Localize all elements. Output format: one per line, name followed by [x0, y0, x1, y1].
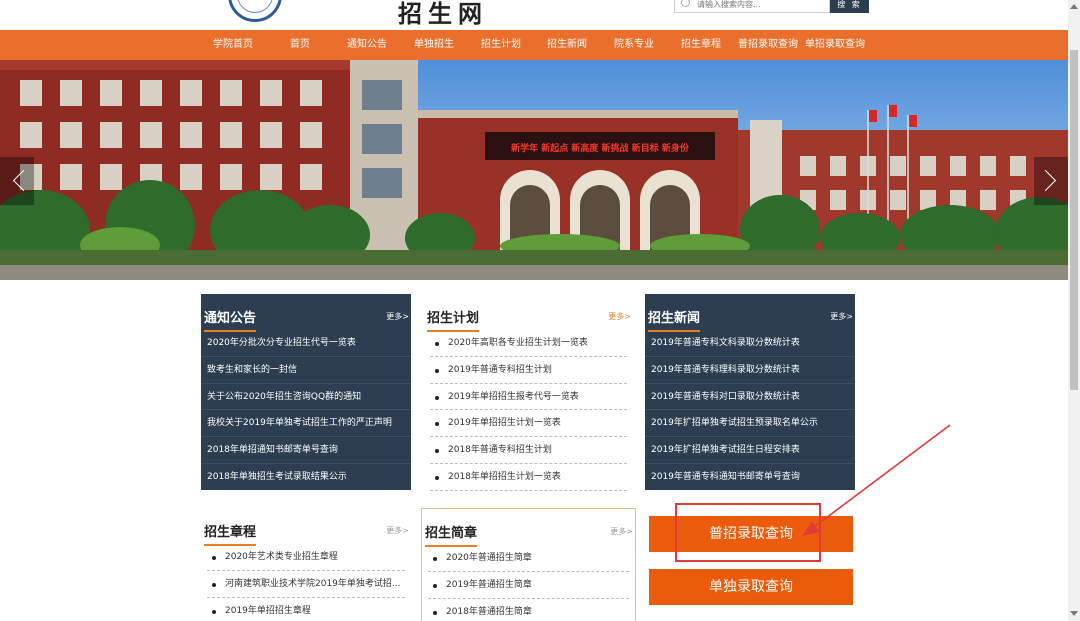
list-item[interactable]: 2019年普通专科通知书邮寄单号查询 [645, 464, 855, 491]
nav-item-single-enrollment[interactable]: 单独招生 [414, 30, 454, 60]
list-item[interactable]: 2020年艺术类专业招生章程 [207, 544, 405, 571]
list-item[interactable]: 2018年普通专科招生计划 [430, 437, 627, 464]
single-admission-query-button[interactable]: 单独录取查询 [649, 569, 853, 605]
list-item[interactable]: 关于公布2020年招生咨询QQ群的通知 [201, 384, 411, 411]
list-item[interactable]: 2019年单招招生章程 [207, 598, 405, 621]
charter-title: 招生章程 [204, 521, 257, 546]
notices-panel: 通知公告 更多> 2020年分批次分专业招生代号一览表 致考生和家长的一封信 关… [201, 294, 411, 490]
brochure-more-link[interactable]: 更多> [610, 526, 633, 537]
list-item[interactable]: 2019年扩招单独考试招生预录取名单公示 [645, 410, 855, 438]
page-scrollbar[interactable] [1068, 0, 1080, 621]
list-item[interactable]: 河南建筑职业技术学院2019年单独考试招... [207, 571, 405, 598]
banner-prev-arrow[interactable] [0, 157, 34, 205]
news-more-link[interactable]: 更多> [830, 311, 853, 322]
list-item[interactable]: 2019年普通招生简章 [428, 572, 629, 599]
notices-title: 通知公告 [204, 307, 257, 332]
list-item[interactable]: 2018年普通招生简章 [428, 599, 629, 621]
nav-item-home[interactable]: 首页 [290, 30, 310, 60]
list-item[interactable]: 2018年单独招生考试录取结果公示 [201, 464, 411, 491]
site-title: 招生网 [398, 0, 488, 28]
search-button[interactable]: 搜 索 [830, 0, 869, 13]
brochure-title: 招生简章 [425, 522, 478, 547]
list-item[interactable]: 致考生和家长的一封信 [201, 357, 411, 384]
charter-more-link[interactable]: 更多> [386, 525, 409, 536]
list-item[interactable]: 2019年普通专科对口录取分数统计表 [645, 384, 855, 411]
list-item[interactable]: 2020年分批次分专业招生代号一览表 [201, 330, 411, 357]
list-item[interactable]: 我校关于2019年单独考试招生工作的严正声明 [201, 410, 411, 438]
scroll-up-arrow-icon[interactable] [1070, 4, 1078, 9]
plan-more-link[interactable]: 更多> [608, 311, 631, 322]
nav-item-charter[interactable]: 招生章程 [681, 30, 721, 60]
brochure-panel: 招生简章 更多> 2020年普通招生简章 2019年普通招生简章 2018年普通… [421, 508, 636, 621]
scroll-down-arrow-icon[interactable] [1070, 611, 1078, 616]
campus-banner: 新学年 新起点 新高度 新挑战 新目标 新身份 [0, 60, 1068, 280]
news-title: 招生新闻 [648, 307, 701, 332]
list-item[interactable]: 2019年单招招生计划一览表 [430, 410, 627, 438]
list-item[interactable]: 2019年普通专科理科录取分数统计表 [645, 357, 855, 384]
nav-item-general-admission-query[interactable]: 普招录取查询 [738, 30, 798, 60]
annotation-highlight-box [675, 503, 821, 562]
list-item[interactable]: 2019年普通专科文科录取分数统计表 [645, 330, 855, 357]
list-item[interactable]: 2018年单招招生计划一览表 [430, 464, 627, 491]
plan-title: 招生计划 [427, 307, 480, 332]
school-logo[interactable] [228, 0, 282, 22]
list-item[interactable]: 2019年单招招生报考代号一览表 [430, 384, 627, 411]
site-header: 招生网 搜 索 [0, 0, 1068, 30]
list-item[interactable]: 2019年扩招单独考试招生日程安排表 [645, 437, 855, 464]
notices-more-link[interactable]: 更多> [386, 311, 409, 322]
nav-item-enrollment-news[interactable]: 招生新闻 [547, 30, 587, 60]
list-item[interactable]: 2020年高职各专业招生计划一览表 [430, 330, 627, 357]
nav-item-departments[interactable]: 院系专业 [614, 30, 654, 60]
banner-sign-text: 新学年 新起点 新高度 新挑战 新目标 新身份 [511, 142, 690, 154]
campus-photo: 新学年 新起点 新高度 新挑战 新目标 新身份 [0, 60, 1068, 280]
search-box [674, 0, 830, 13]
page: 招生网 搜 索 学院首页 首页 通知公告 单独招生 招生计划 招生新闻 院系专业… [0, 0, 1080, 621]
news-panel: 招生新闻 更多> 2019年普通专科文科录取分数统计表 2019年普通专科理科录… [645, 294, 855, 490]
list-item[interactable]: 2020年普通招生简章 [428, 545, 629, 572]
list-item[interactable]: 2019年普通专科招生计划 [430, 357, 627, 384]
banner-next-arrow[interactable] [1034, 157, 1068, 205]
main-nav: 学院首页 首页 通知公告 单独招生 招生计划 招生新闻 院系专业 招生章程 普招… [0, 30, 1068, 60]
nav-item-single-admission-query[interactable]: 单招录取查询 [805, 30, 865, 60]
nav-item-enrollment-plan[interactable]: 招生计划 [481, 30, 521, 60]
scroll-thumb[interactable] [1070, 50, 1078, 390]
list-item[interactable]: 2018年单招通知书邮寄单号查询 [201, 437, 411, 464]
plan-panel: 招生计划 更多> 2020年高职各专业招生计划一览表 2019年普通专科招生计划… [424, 294, 633, 491]
search-icon [681, 0, 690, 7]
nav-item-notices[interactable]: 通知公告 [347, 30, 387, 60]
search-input[interactable] [697, 0, 827, 12]
nav-item-college-home[interactable]: 学院首页 [213, 30, 253, 60]
charter-panel: 招生章程 更多> 2020年艺术类专业招生章程 河南建筑职业技术学院2019年单… [201, 508, 411, 621]
